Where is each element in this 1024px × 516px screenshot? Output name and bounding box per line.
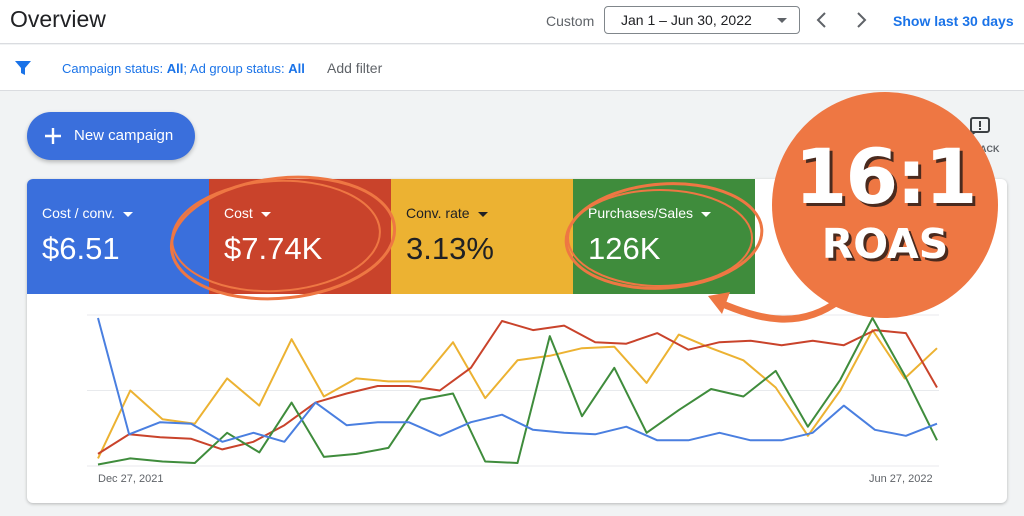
roas-label: ROAS [821,220,949,268]
show-last-30-days-link[interactable]: Show last 30 days [893,13,1014,29]
ad-group-status-value: All [288,61,305,76]
date-range-picker[interactable]: Jan 1 – Jun 30, 2022 [604,6,800,34]
x-axis-end-label: Jun 27, 2022 [869,473,933,485]
roas-ratio: 16:1 [794,132,977,221]
campaign-status-value: All [166,61,184,76]
x-axis-start-label: Dec 27, 2021 [98,473,164,485]
active-filters[interactable]: Campaign status: All; Ad group status: A… [62,61,305,76]
chevron-right-icon[interactable] [849,8,873,32]
date-preset-label: Custom [546,13,595,29]
roas-badge: 16:1 ROAS [772,92,998,318]
add-filter-button[interactable]: Add filter [327,60,382,76]
new-campaign-button[interactable]: New campaign [27,112,195,160]
series-line-conv-rate [97,329,938,459]
filter-icon[interactable] [14,59,32,77]
plus-icon [45,128,61,144]
dropdown-caret-icon [777,18,787,23]
campaign-status-label: Campaign status: [62,61,167,76]
date-range-value: Jan 1 – Jun 30, 2022 [621,12,752,28]
page-title: Overview [10,6,106,32]
new-campaign-label: New campaign [74,127,174,144]
ad-group-status-label: Ad group status: [189,61,289,76]
filter-bar: Campaign status: All; Ad group status: A… [0,45,1024,91]
chevron-left-icon[interactable] [810,8,834,32]
top-bar: Overview Custom Jan 1 – Jun 30, 2022 Sho… [0,0,1024,44]
